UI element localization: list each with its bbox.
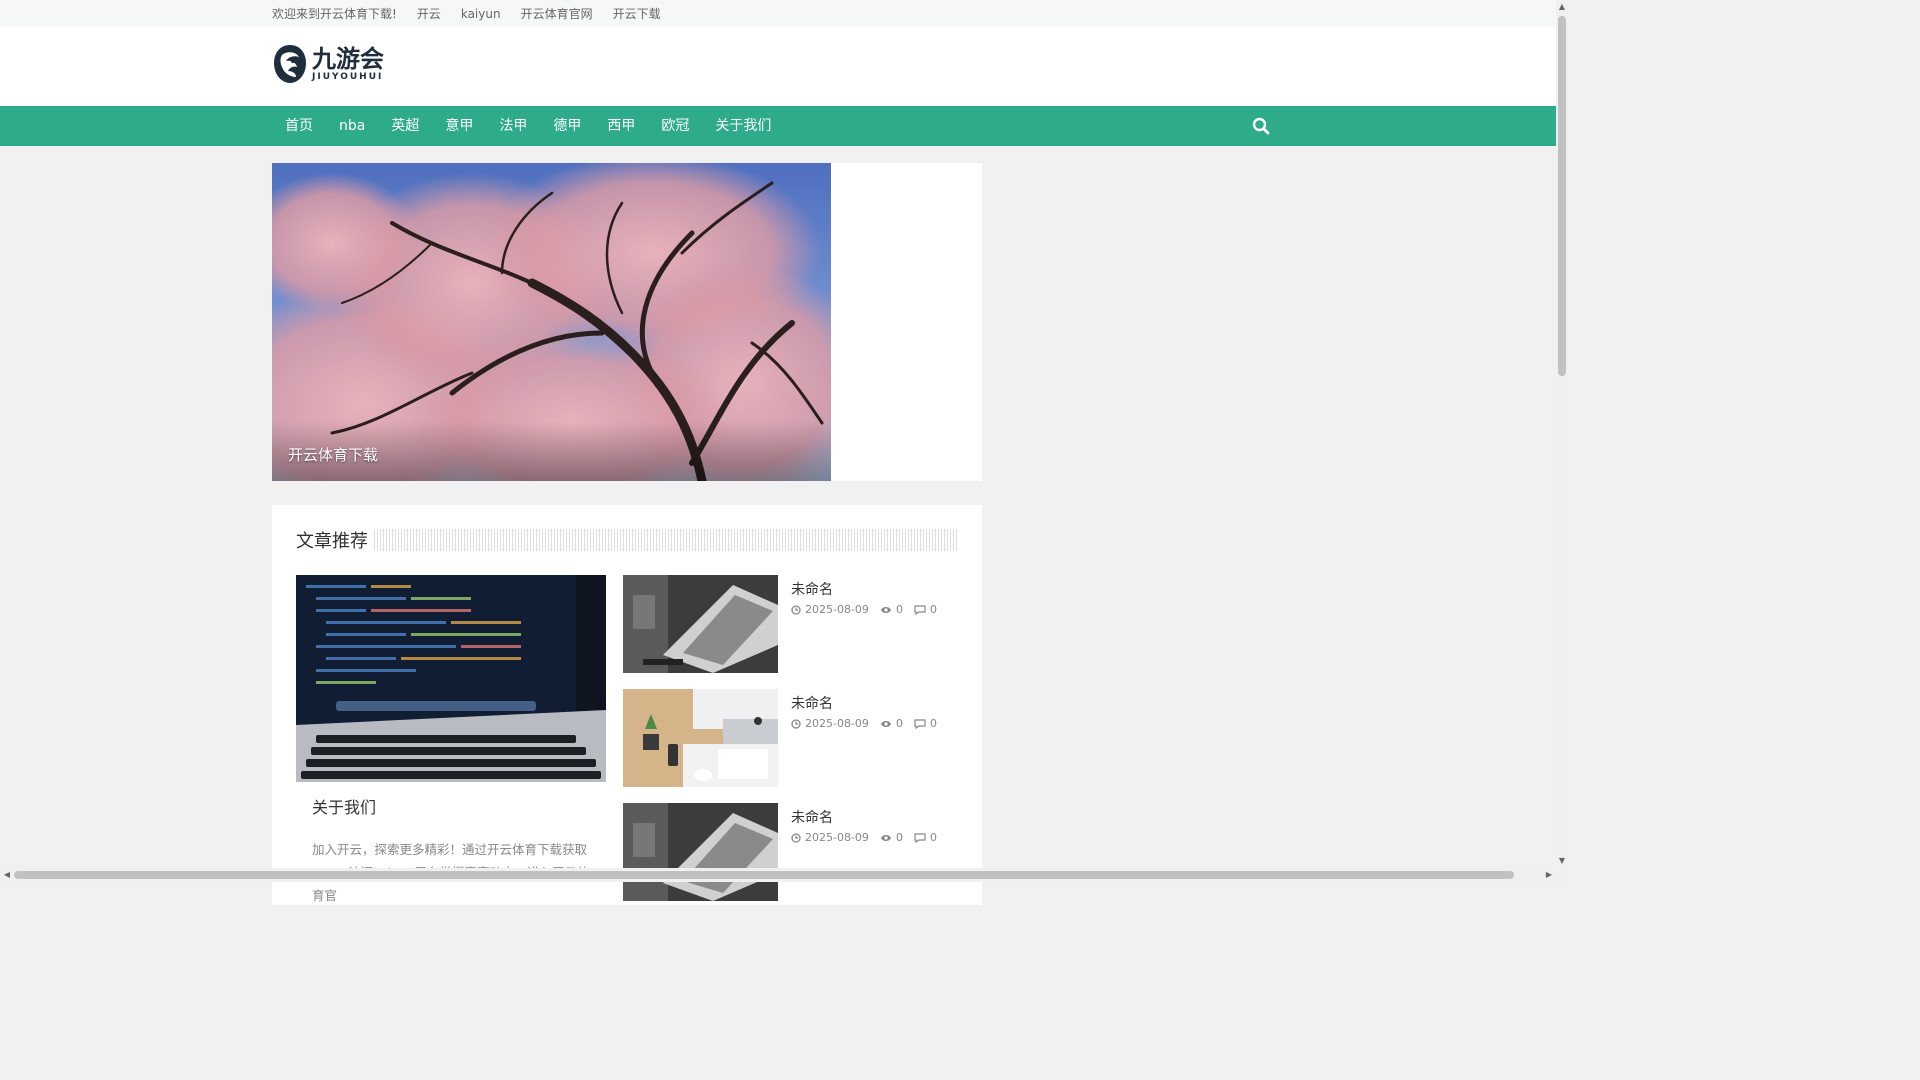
article-views: 0	[895, 603, 903, 616]
eye-icon	[880, 606, 891, 613]
clock-icon	[791, 832, 801, 843]
article-views: 0	[895, 717, 903, 730]
main-nav: 首页 nba 英超 意甲 法甲 德甲 西甲 欧冠 关于我们	[0, 106, 1556, 146]
hero-slider: 开云体育下载	[272, 163, 982, 481]
vertical-scrollbar[interactable]: ▲ ▼	[1556, 0, 1568, 882]
site-logo[interactable]: 九游会 JIUYOUHUI	[272, 41, 397, 87]
nav-item-home[interactable]: 首页	[272, 106, 326, 146]
welcome-text: 欢迎来到开云体育下载!	[272, 7, 397, 21]
top-link-kaiyun[interactable]: kaiyun	[461, 7, 501, 21]
feature-title[interactable]: 关于我们	[312, 794, 606, 818]
top-bar-links: 欢迎来到开云体育下载! 开云 kaiyun 开云体育官网 开云下载	[272, 0, 681, 27]
nav-item-premier-league[interactable]: 英超	[378, 106, 432, 146]
article-title[interactable]: 未命名	[791, 693, 833, 713]
nav-item-champions-league[interactable]: 欧冠	[648, 106, 702, 146]
nav-list: 首页 nba 英超 意甲 法甲 德甲 西甲 欧冠 关于我们	[272, 106, 784, 146]
desk-laptop-image	[623, 803, 778, 901]
list-item: 未命名 2025-08-09 0 0	[623, 689, 963, 787]
article-meta: 2025-08-09 0 0	[791, 603, 948, 616]
top-link-kaiyun-cn[interactable]: 开云	[417, 5, 441, 22]
article-comments: 0	[929, 717, 937, 730]
article-title[interactable]: 未命名	[791, 807, 833, 827]
list-item: 未命名 2025-08-09 0 0	[623, 575, 963, 673]
comment-icon	[914, 604, 926, 615]
section-title: 文章推荐	[296, 531, 368, 552]
article-thumbnail[interactable]	[623, 575, 778, 673]
scroll-right-arrow-icon[interactable]: ▶	[1542, 868, 1556, 882]
feature-article: 关于我们 加入开云，探索更多精彩！通过开云体育下载获取APP，访问kaiyun平…	[296, 575, 606, 907]
article-title[interactable]: 未命名	[791, 579, 833, 599]
comment-icon	[914, 718, 926, 729]
slide-caption[interactable]: 开云体育下载	[288, 444, 378, 465]
article-comments: 0	[929, 831, 937, 844]
workspace-image	[623, 689, 778, 787]
logo-name-cn: 九游会	[312, 44, 384, 73]
article-thumbnail[interactable]	[623, 803, 778, 901]
nav-item-ligue-1[interactable]: 法甲	[486, 106, 540, 146]
eye-icon	[880, 720, 891, 727]
nav-item-serie-a[interactable]: 意甲	[432, 106, 486, 146]
eye-icon	[880, 834, 891, 841]
scroll-down-arrow-icon[interactable]: ▼	[1556, 854, 1568, 868]
feature-image[interactable]	[296, 575, 606, 782]
article-comments: 0	[929, 603, 937, 616]
nav-item-nba[interactable]: nba	[326, 106, 378, 146]
scroll-left-arrow-icon[interactable]: ◀	[0, 868, 14, 882]
list-item: 未命名 2025-08-09 0 0	[623, 803, 963, 901]
horizontal-scrollbar[interactable]: ◀ ▶	[0, 868, 1556, 882]
article-date: 2025-08-09	[805, 831, 869, 844]
search-icon[interactable]	[1251, 116, 1271, 136]
section-divider	[374, 529, 957, 551]
logo-text: 九游会 JIUYOUHUI	[312, 44, 384, 83]
article-date: 2025-08-09	[805, 603, 869, 616]
top-link-official[interactable]: 开云体育官网	[521, 5, 593, 22]
logo-emblem-icon	[274, 45, 306, 83]
vertical-scroll-thumb[interactable]	[1558, 16, 1566, 376]
slide-image[interactable]: 开云体育下载	[272, 163, 831, 481]
nav-item-about[interactable]: 关于我们	[702, 106, 784, 146]
top-bar: 欢迎来到开云体育下载! 开云 kaiyun 开云体育官网 开云下载	[0, 0, 1556, 28]
clock-icon	[791, 718, 801, 729]
horizontal-scroll-thumb[interactable]	[14, 871, 1514, 879]
article-list: 未命名 2025-08-09 0 0 未命名 2025-08-09 0 0 未命…	[623, 575, 963, 917]
comment-icon	[914, 832, 926, 843]
article-meta: 2025-08-09 0 0	[791, 717, 948, 730]
top-link-download[interactable]: 开云下载	[613, 5, 661, 22]
logo-name-en: JIUYOUHUI	[312, 72, 384, 82]
clock-icon	[791, 604, 801, 615]
nav-item-bundesliga[interactable]: 德甲	[540, 106, 594, 146]
laptop-code-image	[296, 575, 606, 782]
article-views: 0	[895, 831, 903, 844]
article-date: 2025-08-09	[805, 717, 869, 730]
nav-item-la-liga[interactable]: 西甲	[594, 106, 648, 146]
recommended-articles: 文章推荐 关于我们 加入开云，探索更多精彩！通过开云体育下载获取 育官 未命名 …	[272, 505, 982, 905]
desk-laptop-image	[623, 575, 778, 673]
site-header: 九游会 JIUYOUHUI	[0, 27, 1556, 106]
article-thumbnail[interactable]	[623, 689, 778, 787]
scroll-up-arrow-icon[interactable]: ▲	[1556, 0, 1568, 14]
article-meta: 2025-08-09 0 0	[791, 831, 948, 844]
